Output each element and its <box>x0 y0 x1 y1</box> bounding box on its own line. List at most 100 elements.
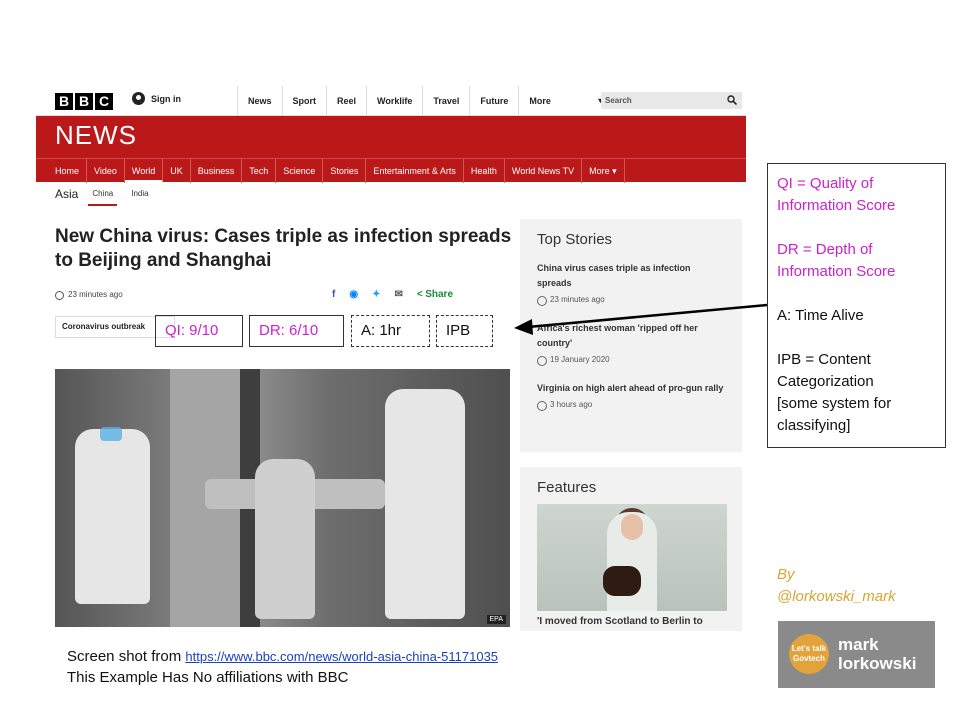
top-story-time: 23 minutes ago <box>537 295 727 306</box>
legend-qi-line2: Information Score <box>777 197 896 214</box>
author-logo: Let's talk Govtech mark lorkowski <box>778 621 935 688</box>
bbc-top-bar: B B C Sign in News Sport Reel Worklife T… <box>36 86 746 116</box>
features-title: Features <box>537 479 597 496</box>
topnav-news[interactable]: News <box>237 86 282 116</box>
feature-photo[interactable] <box>537 504 727 611</box>
feature-photo-dog <box>603 566 641 596</box>
article-headline: New China virus: Cases triple as infecti… <box>55 226 512 271</box>
top-story-time: 3 hours ago <box>537 400 727 411</box>
features-panel: Features 'I moved from Scotland to Berli… <box>520 467 742 631</box>
section-science[interactable]: Science <box>276 159 324 183</box>
photo-credit: EPA <box>486 615 506 624</box>
legend-ipb-line1: IPB = Content <box>777 351 871 368</box>
topnav-sport[interactable]: Sport <box>281 86 327 116</box>
subnav-china[interactable]: China <box>88 182 118 206</box>
topnav-reel[interactable]: Reel <box>326 86 366 116</box>
logo-badge-line2: Govtech <box>792 654 825 663</box>
facebook-icon[interactable]: f <box>332 289 335 300</box>
top-story-item[interactable]: Africa's richest woman 'ripped off her c… <box>537 321 727 366</box>
clock-icon <box>55 291 64 300</box>
top-story-item[interactable]: Virginia on high alert ahead of pro-gun … <box>537 381 727 411</box>
legend-dr-line2: Information Score <box>777 263 896 280</box>
hazmat-worker <box>385 389 465 619</box>
topnav-future[interactable]: Future <box>469 86 518 116</box>
annotation-qi: QI: 9/10 <box>155 315 243 347</box>
article-meta: 23 minutes ago f ◉ ✦ ✉ < Share <box>55 289 505 303</box>
twitter-icon[interactable]: ✦ <box>372 289 380 300</box>
legend-ipb-line3: [some system for <box>777 395 892 412</box>
byline-line1: By <box>777 566 795 583</box>
search-icon[interactable] <box>727 95 737 105</box>
section-video[interactable]: Video <box>87 159 125 183</box>
bbc-logo-letter: B <box>75 93 93 110</box>
search-placeholder: Search <box>605 96 632 105</box>
share-icon: < <box>416 289 423 300</box>
section-uk[interactable]: UK <box>163 159 191 183</box>
hazmat-visor <box>100 427 122 441</box>
feature-caption[interactable]: 'I moved from Scotland to Berlin to <box>537 616 732 627</box>
source-caption: Screen shot from https://www.bbc.com/new… <box>67 646 498 688</box>
byline-handle: @lorkowski_mark <box>777 588 896 605</box>
share-button[interactable]: < Share <box>417 289 453 300</box>
logo-name-line2: lorkowski <box>838 654 917 673</box>
legend-a-line: A: Time Alive <box>777 307 864 324</box>
caption-line2: This Example Has No affiliations with BB… <box>67 669 349 686</box>
topnav-worklife[interactable]: Worklife <box>366 86 422 116</box>
annotation-dr: DR: 6/10 <box>249 315 344 347</box>
top-stories-panel: Top Stories China virus cases triple as … <box>520 219 742 452</box>
sub-nav: Asia China India <box>55 182 153 206</box>
legend-dr-line1: DR = Depth of <box>777 241 873 258</box>
bbc-logo[interactable]: B B C <box>55 93 113 110</box>
subnav-india[interactable]: India <box>127 182 152 206</box>
news-wordmark[interactable]: NEWS <box>55 120 137 151</box>
annotation-a: A: 1hr <box>351 315 430 347</box>
top-story-title: China virus cases triple as infection sp… <box>537 263 691 288</box>
section-home[interactable]: Home <box>48 159 88 183</box>
logo-badge: Let's talk Govtech <box>789 634 829 674</box>
logo-name: mark lorkowski <box>838 635 916 673</box>
annotation-ipb: IPB <box>436 315 493 347</box>
feature-photo-face <box>621 514 643 540</box>
top-story-item[interactable]: China virus cases triple as infection sp… <box>537 261 727 306</box>
mail-icon[interactable]: ✉ <box>394 289 402 300</box>
bbc-news-screenshot: B B C Sign in News Sport Reel Worklife T… <box>36 86 746 631</box>
legend-ipb-line2: Categorization <box>777 373 874 390</box>
subnav-region[interactable]: Asia <box>55 187 78 201</box>
share-tools: f ◉ ✦ ✉ < Share <box>332 289 453 300</box>
top-story-title: Africa's richest woman 'ripped off her c… <box>537 323 698 348</box>
topnav-more[interactable]: More <box>518 86 610 116</box>
legend-box: QI = Quality of Information Score DR = D… <box>767 163 946 448</box>
section-stories[interactable]: Stories <box>323 159 367 183</box>
top-stories-title: Top Stories <box>537 231 613 248</box>
caption-line1: Screen shot from https://www.bbc.com/new… <box>67 646 498 667</box>
section-tech[interactable]: Tech <box>242 159 277 183</box>
share-label: Share <box>425 289 454 300</box>
topnav-travel[interactable]: Travel <box>422 86 469 116</box>
section-world[interactable]: World <box>124 159 164 183</box>
section-business[interactable]: Business <box>191 159 243 183</box>
hazmat-worker <box>255 459 315 619</box>
section-more[interactable]: More ▾ <box>582 159 625 183</box>
search-input[interactable]: Search <box>601 92 742 109</box>
user-icon <box>132 92 145 105</box>
bbc-logo-letter: B <box>55 93 73 110</box>
top-story-title: Virginia on high alert ahead of pro-gun … <box>537 383 724 393</box>
source-link[interactable]: https://www.bbc.com/news/world-asia-chin… <box>185 649 498 664</box>
hazmat-worker <box>75 429 150 604</box>
sign-in-link[interactable]: Sign in <box>132 92 181 105</box>
article-photo: EPA <box>55 369 510 627</box>
section-entertainment-arts[interactable]: Entertainment & Arts <box>366 159 464 183</box>
author-byline: By @lorkowski_mark <box>777 564 896 608</box>
bbc-logo-letter: C <box>95 93 113 110</box>
section-world-news-tv[interactable]: World News TV <box>505 159 583 183</box>
logo-badge-line1: Let's talk <box>791 644 827 653</box>
section-nav: Home Video World UK Business Tech Scienc… <box>36 158 746 183</box>
article-time: 23 minutes ago <box>68 290 123 299</box>
legend-qi-line1: QI = Quality of <box>777 175 874 192</box>
messenger-icon[interactable]: ◉ <box>349 289 358 300</box>
legend-ipb-line4: classifying] <box>777 417 851 434</box>
caption-prefix: Screen shot from <box>67 648 186 665</box>
logo-name-line1: mark <box>838 635 879 654</box>
section-health[interactable]: Health <box>464 159 505 183</box>
top-nav: News Sport Reel Worklife Travel Future M… <box>237 86 610 116</box>
